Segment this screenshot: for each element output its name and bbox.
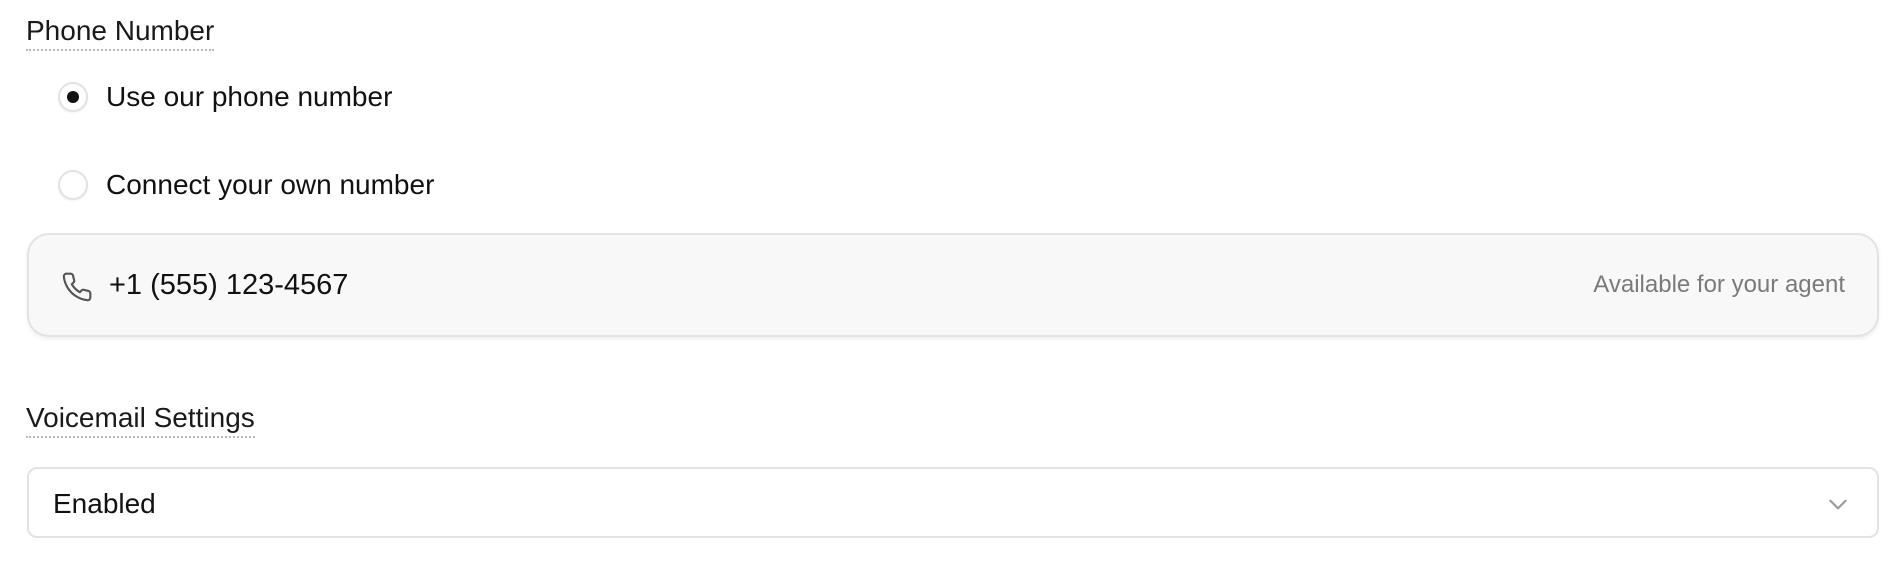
phone-number-section-label: Phone Number (26, 13, 215, 51)
radio-button-unselected[interactable] (58, 170, 88, 200)
radio-button-selected[interactable] (58, 82, 88, 112)
radio-selected-dot (67, 91, 79, 103)
phone-number-value: +1 (555) 123-4567 (109, 269, 349, 301)
voicemail-select-value: Enabled (53, 488, 156, 519)
voicemail-settings-select[interactable]: Enabled (27, 467, 1879, 538)
radio-option-connect-own-number[interactable]: Connect your own number (58, 165, 434, 205)
radio-option-label: Connect your own number (106, 169, 435, 200)
radio-option-use-our-number[interactable]: Use our phone number (58, 77, 392, 117)
phone-number-card: +1 (555) 123-4567 Available for your age… (27, 233, 1879, 337)
phone-icon (62, 272, 92, 302)
phone-availability-status: Available for your agent (1593, 271, 1845, 298)
voicemail-settings-section-label: Voicemail Settings (26, 400, 255, 438)
radio-option-label: Use our phone number (106, 81, 393, 112)
chevron-down-icon[interactable] (1825, 491, 1851, 517)
